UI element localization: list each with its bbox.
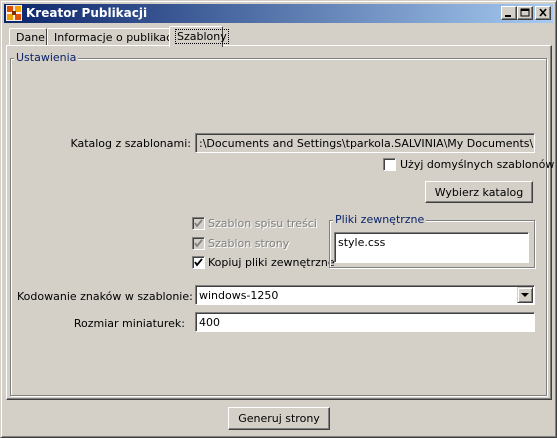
toc-template-label: Szablon spisu treści [208,217,317,230]
window-title: Kreator Publikacji [26,6,148,20]
tab-label: Dane [16,31,45,44]
tab-label: Informacje o publikacji [54,31,179,44]
minimize-icon [505,15,511,17]
list-item[interactable]: style.css [338,236,525,249]
checkmark-icon [194,219,203,228]
page-template-label: Szablon strony [208,237,290,250]
close-icon [539,8,547,17]
minimize-button[interactable] [501,6,517,20]
toc-template-checkbox[interactable] [192,217,205,230]
encoding-dropdown-button[interactable] [517,287,533,303]
app-window: Kreator Publikacji Dane Informacje o pub… [0,0,557,438]
close-button[interactable] [535,6,551,20]
encoding-label: Kodowanie znaków w szablonie: [17,290,193,303]
thumb-size-input[interactable]: 400 [195,312,535,332]
thumb-size-label: Rozmiar miniaturek: [73,317,185,330]
use-default-checkbox[interactable] [383,158,396,171]
choose-directory-button[interactable]: Wybierz katalog [425,181,533,203]
external-files-legend: Pliki zewnętrzne [333,213,427,226]
checkmark-icon [194,258,203,267]
template-dir-field[interactable]: :\Documents and Settings\tparkola.SALVIN… [195,133,535,153]
tab-dane[interactable]: Dane [9,28,47,46]
settings-legend: Ustawienia [14,51,79,64]
generate-pages-label: Generuj strony [238,412,320,425]
copy-files-label: Kopiuj pliki zewnętrzne [208,256,335,269]
title-bar[interactable]: Kreator Publikacji [4,4,553,23]
maximize-button[interactable] [517,6,533,20]
use-default-label: Użyj domyślnych szablonów [400,158,555,171]
choose-directory-label: Wybierz katalog [434,186,524,199]
chevron-down-icon [521,293,529,297]
tab-panel: Ustawienia Katalog z szablonami: :\Docum… [6,45,555,400]
checkmark-icon [194,239,203,248]
template-dir-label: Katalog z szablonami: [70,137,191,150]
external-files-list[interactable]: style.css [334,232,529,263]
copy-files-checkbox[interactable] [192,256,205,269]
tab-informacje[interactable]: Informacje o publikacji [47,28,178,46]
page-template-checkbox[interactable] [192,237,205,250]
generate-pages-button[interactable]: Generuj strony [228,407,330,430]
tab-szablony[interactable]: Szablony [169,26,229,47]
publication-icon [6,5,22,21]
maximize-icon [520,8,530,17]
encoding-select[interactable]: windows-1250 [195,285,535,305]
tab-label: Szablony [175,29,229,44]
